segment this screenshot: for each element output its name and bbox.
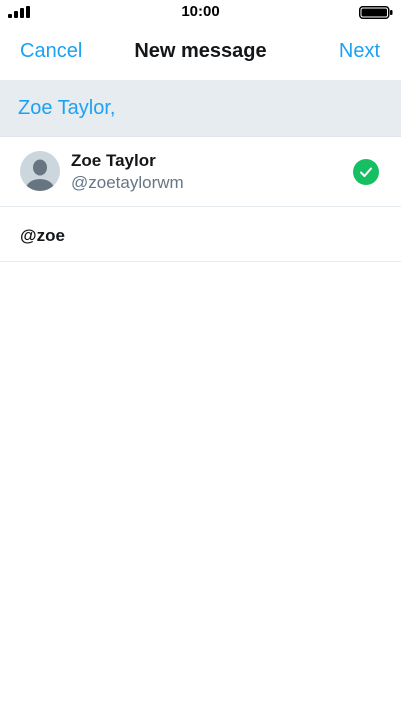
status-bar: 10:00	[0, 0, 401, 24]
search-query-text: @zoe	[20, 226, 65, 245]
user-result-row[interactable]: Zoe Taylor @zoetaylorwm	[0, 137, 401, 207]
nav-bar: Cancel New message Next	[0, 24, 401, 81]
status-time: 10:00	[181, 3, 220, 20]
checkmark-circle-icon[interactable]	[353, 159, 379, 185]
battery-icon	[359, 6, 393, 19]
recipient-field[interactable]: Zoe Taylor,	[0, 81, 401, 137]
user-handle: @zoetaylorwm	[71, 173, 184, 192]
recipient-chip[interactable]: Zoe Taylor,	[18, 97, 115, 120]
user-name: Zoe Taylor	[71, 151, 156, 170]
search-query-row[interactable]: @zoe	[0, 207, 401, 262]
default-avatar-icon	[20, 151, 60, 191]
next-button[interactable]: Next	[339, 40, 380, 63]
